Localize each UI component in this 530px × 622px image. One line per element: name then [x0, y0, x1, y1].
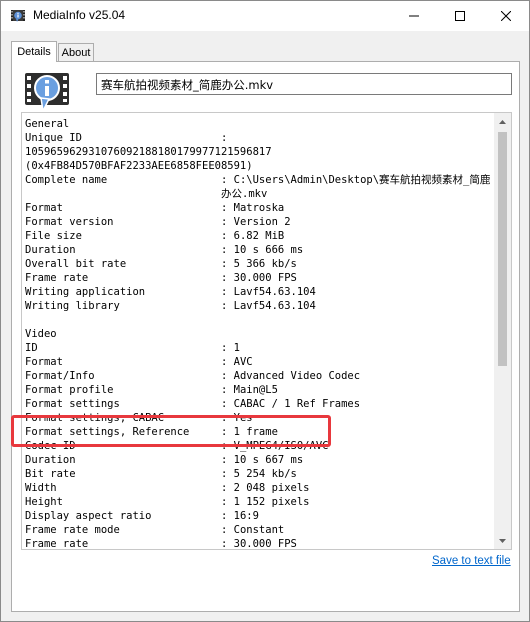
report-row: Bit rate : 5 254 kb/s — [25, 467, 495, 481]
report-key: Format/Info — [25, 370, 95, 382]
report-value: : 1 152 pixels — [221, 496, 310, 508]
report-value: : 30.000 FPS — [221, 272, 297, 284]
scroll-down-arrow-icon — [499, 538, 506, 543]
report-row: Frame rate : 30.000 FPS — [25, 271, 495, 285]
report-row: Width : 2 048 pixels — [25, 481, 495, 495]
report-row: Complete name : C:\Users\Admin\Desktop\赛车… — [25, 173, 495, 201]
report-row: Format profile : Main@L5 — [25, 383, 495, 397]
width-height-highlight — [11, 415, 331, 447]
section-video-header: Video — [25, 328, 57, 340]
report-value: : 6.82 MiB — [221, 230, 285, 242]
section-general-header: General — [25, 118, 70, 130]
mediainfo-app-icon — [11, 10, 25, 22]
report-key: Width — [25, 482, 57, 494]
report-row: Format/Info : Advanced Video Codec — [25, 369, 495, 383]
report-text-area[interactable]: General Unique ID: 105965962931076092188… — [21, 112, 512, 550]
save-to-text-file-link[interactable]: Save to text file — [432, 555, 511, 567]
report-value: : 10 s 666 ms — [221, 244, 304, 256]
report-key: Overall bit rate — [25, 258, 127, 270]
scroll-up-button[interactable] — [494, 113, 511, 130]
report-key: Complete name — [25, 174, 108, 186]
close-button[interactable] — [483, 1, 529, 31]
scroll-up-arrow-icon — [499, 119, 506, 124]
report-value: : AVC — [221, 356, 253, 368]
report-key: Duration — [25, 244, 76, 256]
maximize-button[interactable] — [437, 1, 483, 31]
report-row: Overall bit rate : 5 366 kb/s — [25, 257, 495, 271]
report-row: Writing application : Lavf54.63.104 — [25, 285, 495, 299]
vertical-scrollbar[interactable] — [494, 113, 511, 549]
report-key: Writing library — [25, 300, 120, 312]
report-value: : CABAC / 1 Ref Frames — [221, 398, 361, 410]
report-row: Duration : 10 s 666 ms — [25, 243, 495, 257]
report-row: Display aspect ratio : 16:9 — [25, 509, 495, 523]
report-key: Height — [25, 496, 63, 508]
report-key: ID — [25, 342, 38, 354]
report-key: Format — [25, 202, 63, 214]
close-icon — [501, 11, 511, 21]
report-value: : 10 s 667 ms — [221, 454, 304, 466]
minimize-icon — [409, 15, 419, 17]
report-key: Format profile — [25, 384, 114, 396]
report-content: General Unique ID: 105965962931076092188… — [25, 117, 495, 550]
report-row: Format settings : CABAC / 1 Ref Frames — [25, 397, 495, 411]
report-value: : 2 048 pixels — [221, 482, 310, 494]
info-film-icon — [25, 73, 69, 113]
report-row: Frame rate mode : Constant — [25, 523, 495, 537]
mediainfo-window: MediaInfo v25.04 Details About 赛车航拍视频素材_… — [0, 0, 530, 622]
report-key: Frame rate — [25, 538, 89, 550]
report-value: : 30.000 FPS — [221, 538, 297, 550]
report-row: File size : 6.82 MiB — [25, 229, 495, 243]
details-panel: 赛车航拍视频素材_简鹿办公.mkv General Unique ID: 105… — [11, 61, 520, 612]
report-value: : 16:9 — [221, 510, 259, 522]
title-bar[interactable]: MediaInfo v25.04 — [1, 1, 529, 31]
tab-details[interactable]: Details — [11, 41, 57, 62]
report-row: Frame rate : 30.000 FPS — [25, 537, 495, 550]
scrollbar-thumb[interactable] — [498, 132, 507, 366]
unique-id-hex: (0x4FB84D570BFAF2233AEE6858FEE08591) — [25, 160, 253, 172]
report-value: : Lavf54.63.104 — [221, 286, 316, 298]
report-key: File size — [25, 230, 82, 242]
report-value: : Version 2 — [221, 216, 291, 228]
scroll-down-button[interactable] — [494, 532, 511, 549]
window-title: MediaInfo v25.04 — [33, 8, 126, 22]
report-value: : 1 — [221, 342, 240, 354]
report-value: : 5 254 kb/s — [221, 468, 297, 480]
report-row: Writing library : Lavf54.63.104 — [25, 299, 495, 313]
report-value: : 5 366 kb/s — [221, 258, 297, 270]
report-value: : Lavf54.63.104 — [221, 300, 316, 312]
filename-field[interactable]: 赛车航拍视频素材_简鹿办公.mkv — [96, 73, 512, 95]
report-key: Frame rate — [25, 272, 89, 284]
tab-about[interactable]: About — [58, 43, 94, 61]
report-key: Unique ID — [25, 132, 82, 144]
report-key: Bit rate — [25, 468, 76, 480]
report-key: Format — [25, 356, 63, 368]
unique-id-decimal: 105965962931076092188180179977121596817 — [25, 146, 272, 158]
report-row: Format version : Version 2 — [25, 215, 495, 229]
minimize-button[interactable] — [391, 1, 437, 31]
report-value: : C:\Users\Admin\Desktop\赛车航拍视频素材_简鹿办公.m… — [221, 174, 491, 200]
report-row: ID : 1 — [25, 341, 495, 355]
report-value: : Main@L5 — [221, 384, 278, 396]
report-row-unique-id: Unique ID: — [25, 131, 495, 145]
report-value: : Advanced Video Codec — [221, 370, 361, 382]
report-row: Height : 1 152 pixels — [25, 495, 495, 509]
report-value: : — [221, 132, 228, 144]
maximize-icon — [455, 11, 465, 21]
report-key: Display aspect ratio — [25, 510, 152, 522]
report-key: Format version — [25, 216, 114, 228]
report-key: Frame rate mode — [25, 524, 120, 536]
report-row: Format : AVC — [25, 355, 495, 369]
report-value: : Matroska — [221, 202, 285, 214]
report-value: : Constant — [221, 524, 285, 536]
report-row: Duration : 10 s 667 ms — [25, 453, 495, 467]
report-key: Writing application — [25, 286, 146, 298]
report-row: Format : Matroska — [25, 201, 495, 215]
report-key: Duration — [25, 454, 76, 466]
report-key: Format settings — [25, 398, 120, 410]
